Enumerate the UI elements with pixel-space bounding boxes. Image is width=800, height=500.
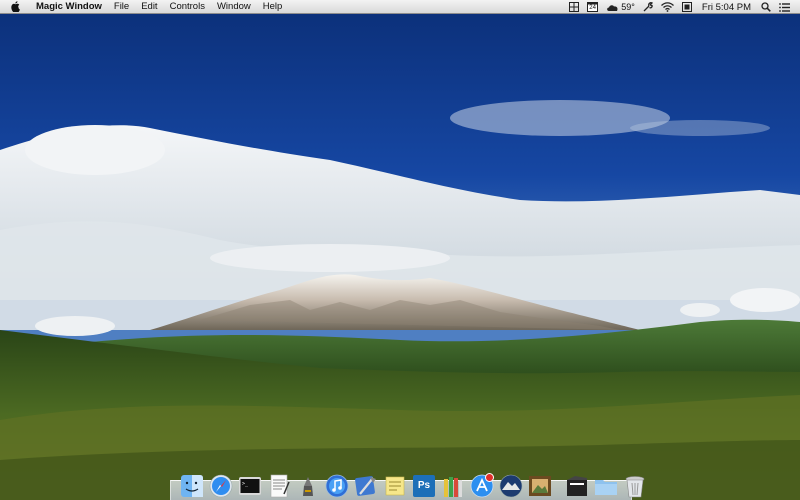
finder-icon[interactable]	[180, 474, 204, 498]
display-icon[interactable]	[678, 0, 696, 14]
menu-controls[interactable]: Controls	[164, 0, 211, 14]
clock[interactable]: Fri 5:04 PM	[696, 0, 757, 14]
itunes-icon[interactable]	[325, 474, 349, 498]
battery-wrench-icon[interactable]	[639, 0, 657, 14]
terminal-icon[interactable]: >_	[238, 474, 262, 498]
wifi-icon[interactable]	[657, 0, 678, 14]
menu-app-name[interactable]: Magic Window	[33, 0, 108, 14]
documents-stack-icon[interactable]	[565, 474, 589, 498]
app-store-badge	[485, 473, 494, 482]
safari-icon[interactable]	[209, 474, 233, 498]
downloads-folder-icon[interactable]	[594, 474, 618, 498]
stickies-icon[interactable]	[383, 474, 407, 498]
pencils-icon[interactable]	[441, 474, 465, 498]
automator-icon[interactable]	[296, 474, 320, 498]
spotlight-search-icon[interactable]	[757, 0, 775, 14]
menu-window[interactable]: Window	[211, 0, 257, 14]
menu-help[interactable]: Help	[257, 0, 289, 14]
photoshop-icon[interactable]: Ps	[412, 474, 436, 498]
calendar-day: 24	[589, 5, 596, 11]
status-area: 24 59° Fri 5:04 PM	[565, 0, 800, 14]
desktop-wallpaper	[0, 0, 800, 500]
apple-icon[interactable]	[11, 1, 23, 12]
dock: >_ Ps	[180, 466, 645, 498]
calendar-icon[interactable]: 24	[583, 0, 602, 14]
photo-frame-icon[interactable]	[528, 474, 552, 498]
trash-icon[interactable]	[623, 474, 647, 498]
xcode-icon[interactable]	[354, 474, 378, 498]
el-capitan-icon[interactable]	[499, 474, 523, 498]
weather-cloud-icon[interactable]: 59°	[602, 0, 639, 14]
menu-file[interactable]: File	[108, 0, 135, 14]
menu-bar: Magic Window File Edit Controls Window H…	[0, 0, 800, 14]
notification-list-icon[interactable]	[775, 0, 800, 14]
svg-text:>_: >_	[242, 481, 249, 487]
window-grid-icon[interactable]	[565, 0, 583, 14]
app-store-icon[interactable]	[470, 473, 494, 498]
photoshop-label: Ps	[417, 480, 431, 491]
menu-edit[interactable]: Edit	[135, 0, 163, 14]
temperature: 59°	[621, 2, 635, 12]
textedit-icon[interactable]	[267, 474, 291, 498]
